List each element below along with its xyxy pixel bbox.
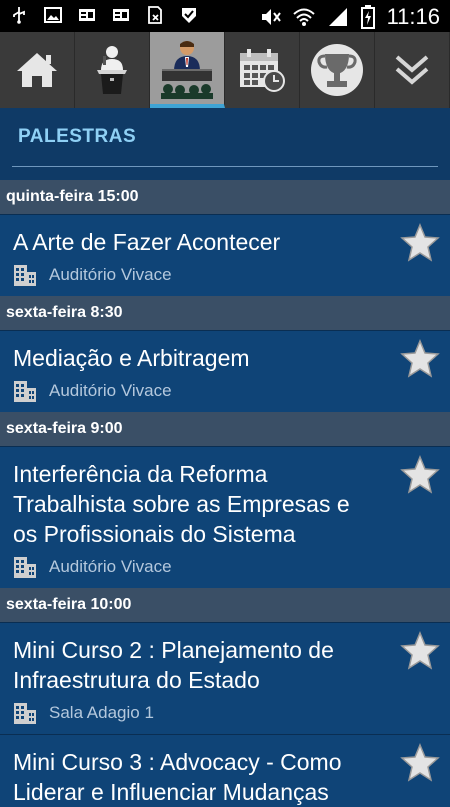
image-icon xyxy=(44,7,62,23)
nav-speakers[interactable] xyxy=(75,32,150,108)
lecture-item[interactable]: Mediação e Arbitragem Auditório Vivace xyxy=(0,330,450,412)
system-icons: 11:16 xyxy=(259,4,440,30)
usb-icon xyxy=(13,7,25,24)
building-icon xyxy=(14,557,36,578)
favorite-star-icon[interactable] xyxy=(400,455,440,495)
nav-schedule[interactable] xyxy=(225,32,300,108)
favorite-star-icon[interactable] xyxy=(400,223,440,263)
id-card-icon xyxy=(79,9,95,21)
room-name: Auditório Vivace xyxy=(49,557,172,576)
nav-awards[interactable] xyxy=(300,32,375,108)
battery-icon xyxy=(360,5,375,29)
lecture-item[interactable]: A Arte de Fazer Acontecer Auditório Viva… xyxy=(0,214,450,296)
trophy-icon xyxy=(311,44,363,96)
favorite-star-icon[interactable] xyxy=(400,339,440,379)
lecture-title: Interferência da Reforma Trabalhista sob… xyxy=(13,461,350,547)
nav-more[interactable] xyxy=(375,32,450,108)
lecture-title: Mini Curso 3 : Advocacy - Como Liderar e… xyxy=(13,749,342,805)
lecture-title: Mediação e Arbitragem xyxy=(13,345,250,371)
id-card-icon xyxy=(113,9,129,21)
day-header: sexta-feira 9:00 xyxy=(0,412,450,446)
clock: 11:16 xyxy=(386,4,440,29)
calendar-icon xyxy=(240,49,285,92)
lecture-item[interactable]: Mini Curso 3 : Advocacy - Como Liderar e… xyxy=(0,734,450,807)
lecture-room: Auditório Vivace xyxy=(0,257,450,296)
section-header: PALESTRAS xyxy=(0,108,450,180)
chevron-down-icon xyxy=(395,55,429,85)
no-sound-icon xyxy=(261,9,281,25)
title-divider xyxy=(12,166,438,167)
notification-icons xyxy=(10,6,198,24)
lecture-room: Auditório Vivace xyxy=(0,373,450,412)
speaker-podium-icon xyxy=(97,46,127,94)
favorite-star-icon[interactable] xyxy=(400,631,440,671)
conference-icon xyxy=(161,41,213,99)
lecture-title: A Arte de Fazer Acontecer xyxy=(13,229,281,255)
lecture-room: Sala Adagio 1 xyxy=(0,695,450,734)
sim-icon xyxy=(148,6,162,24)
room-name: Auditório Vivace xyxy=(49,381,172,400)
top-nav-bar xyxy=(0,32,450,108)
lecture-title: Mini Curso 2 : Planejamento de Infraestr… xyxy=(13,637,334,693)
page-title: PALESTRAS xyxy=(18,126,137,147)
status-bar: 11:16 xyxy=(0,0,450,32)
favorite-star-icon[interactable] xyxy=(400,743,440,783)
wifi-icon xyxy=(292,8,315,26)
day-header: sexta-feira 8:30 xyxy=(0,296,450,330)
day-header: sexta-feira 10:00 xyxy=(0,588,450,622)
day-header: quinta-feira 15:00 xyxy=(0,180,450,214)
lecture-room: Auditório Vivace xyxy=(0,549,450,588)
lecture-item[interactable]: Interferência da Reforma Trabalhista sob… xyxy=(0,446,450,588)
building-icon xyxy=(14,703,36,724)
lecture-list: quinta-feira 15:00 A Arte de Fazer Acont… xyxy=(0,180,450,807)
room-name: Sala Adagio 1 xyxy=(49,703,154,722)
checkmark-icon xyxy=(182,8,196,23)
lecture-item[interactable]: Mini Curso 2 : Planejamento de Infraestr… xyxy=(0,622,450,734)
nav-lectures[interactable] xyxy=(150,32,225,108)
building-icon xyxy=(14,381,36,402)
signal-icon xyxy=(328,8,347,26)
room-name: Auditório Vivace xyxy=(49,265,172,284)
home-icon xyxy=(17,53,57,87)
nav-home[interactable] xyxy=(0,32,75,108)
building-icon xyxy=(14,265,36,286)
